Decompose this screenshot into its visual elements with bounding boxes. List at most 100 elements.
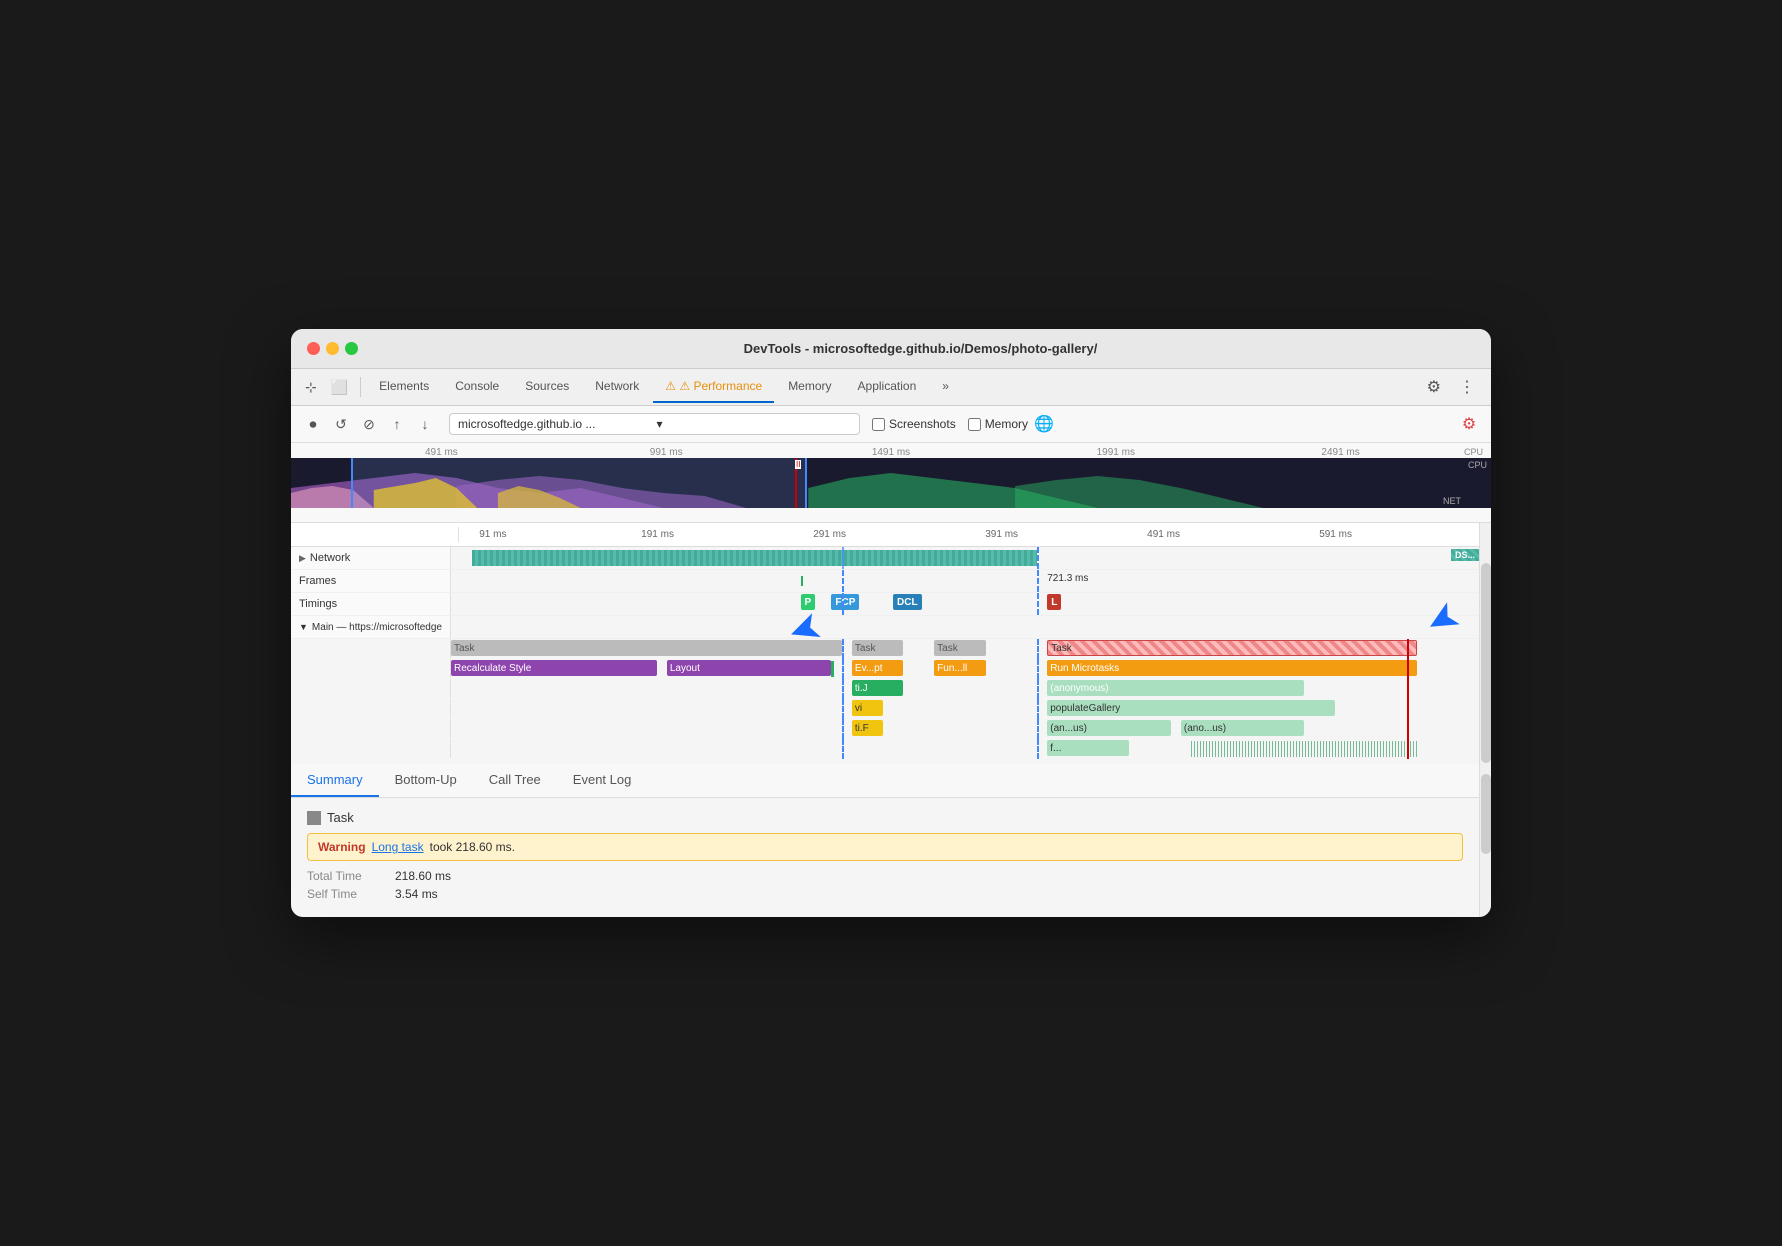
row4-vmarker-1 (842, 699, 844, 719)
settings-icon[interactable]: ⚙ (1419, 369, 1449, 405)
clear-button[interactable]: ⊘ (357, 412, 381, 436)
tab-bottom-up[interactable]: Bottom-Up (379, 764, 473, 797)
flame-row-6: f... (291, 739, 1479, 759)
minimize-button[interactable] (326, 342, 339, 355)
ruler-mark-1991: 1991 ms (1003, 447, 1228, 458)
main-expand[interactable]: ▼ (299, 622, 308, 632)
dcl-badge: DCL (893, 594, 922, 610)
network-expand[interactable]: ▶ (299, 553, 306, 564)
screenshots-checkbox[interactable]: Screenshots (872, 417, 956, 431)
tab-memory[interactable]: Memory (776, 371, 843, 403)
tab-more[interactable]: » (930, 371, 961, 403)
download-button[interactable]: ↓ (413, 412, 437, 436)
ruler-mark-1491: 1491 ms (779, 447, 1004, 458)
ruler-mark-2491: 2491 ms (1228, 447, 1453, 458)
tij-bar[interactable]: ti.J (852, 680, 903, 696)
row3-vmarker-1 (842, 679, 844, 699)
maximize-button[interactable] (345, 342, 358, 355)
fcp-badge: FCP (831, 594, 859, 610)
traffic-lights (307, 342, 358, 355)
anonymous-bar[interactable]: (anonymous) (1047, 680, 1304, 696)
task-bar-1[interactable]: Task (451, 640, 842, 656)
ano-us-bar[interactable]: (ano...us) (1181, 720, 1304, 736)
task-bar-mid2[interactable]: Task (934, 640, 985, 656)
l-badge: L (1047, 594, 1061, 610)
funll-bar[interactable]: Fun...ll (934, 660, 985, 676)
self-time-label: Self Time (307, 887, 387, 901)
run-microtasks-bar[interactable]: Run Microtasks (1047, 660, 1417, 676)
network-content: DS... (451, 547, 1479, 569)
tab-elements[interactable]: Elements (367, 371, 441, 403)
recalcstyle-bar[interactable]: Recalculate Style (451, 660, 657, 676)
flame-vmarker-1 (842, 639, 844, 659)
record-button[interactable]: ⏺ (301, 412, 325, 436)
tab-call-tree[interactable]: Call Tree (473, 764, 557, 797)
row2-red-marker (1407, 659, 1409, 679)
main-thread-label: ▼ Main — https://microsoftedge.github.io… (291, 616, 451, 638)
tab-performance[interactable]: ⚠ ⚠ Performance (653, 371, 774, 403)
warning-icon: ⚠ (665, 379, 676, 393)
upload-button[interactable]: ↑ (385, 412, 409, 436)
selection-area[interactable] (351, 458, 807, 508)
more-icon[interactable]: ⋮ (1451, 369, 1483, 405)
task-bar-mid1[interactable]: Task (852, 640, 903, 656)
bottom-scrollbar-thumb[interactable] (1481, 774, 1491, 854)
url-bar: microsoftedge.github.io ... ▾ (449, 413, 860, 435)
network-label[interactable]: ▶ Network (291, 547, 451, 569)
dropdown-icon[interactable]: ▾ (657, 417, 852, 431)
row5-red-marker (1407, 719, 1409, 739)
layout-bar[interactable]: Layout (667, 660, 831, 676)
row3-vmarker-2 (1037, 679, 1039, 699)
ruler-mark-991: 991 ms (554, 447, 779, 458)
tif-bar[interactable]: ti.F (852, 720, 883, 736)
row3-red-marker (1407, 679, 1409, 699)
an-us-bar[interactable]: (an...us) (1047, 720, 1170, 736)
scrollbar-thumb[interactable] (1481, 563, 1491, 763)
scrollbar[interactable] (1479, 523, 1491, 764)
tab-summary[interactable]: Summary (291, 764, 379, 797)
refresh-button[interactable]: ↺ (329, 412, 353, 436)
flame-content-5[interactable]: ti.F (an...us) (ano...us) (451, 719, 1479, 739)
window-title: DevTools - microsoftedge.github.io/Demos… (366, 341, 1475, 356)
tab-bar: ⊹ ⬜ Elements Console Sources Network ⚠ ⚠… (291, 369, 1491, 406)
main-thread-url: Main — https://microsoftedge.github.io/D… (312, 622, 442, 633)
flame-content-3[interactable]: ti.J (anonymous) (451, 679, 1479, 699)
vi-bar[interactable]: vi (852, 700, 883, 716)
flame-content-4[interactable]: vi populateGallery (451, 699, 1479, 719)
flame-content-6[interactable]: f... (451, 739, 1479, 759)
warning-text: took 218.60 ms. (430, 840, 515, 854)
evpt-bar[interactable]: Ev...pt (852, 660, 903, 676)
warning-label: Warning (318, 840, 366, 854)
populate-gallery-bar[interactable]: populateGallery (1047, 700, 1335, 716)
memory-checkbox[interactable]: Memory (968, 417, 1028, 431)
tab-console[interactable]: Console (443, 371, 511, 403)
vmarker-2 (1037, 547, 1039, 569)
responsive-icon[interactable]: ⬜ (325, 371, 354, 404)
ds-label: DS... (1451, 549, 1479, 561)
flame-vmarker-2 (1037, 639, 1039, 659)
bottom-scrollbar[interactable] (1479, 764, 1491, 917)
performance-settings-icon[interactable]: ⚙ (1457, 412, 1481, 436)
network-track: ▶ Network DS... (291, 547, 1479, 570)
toolbar: ⏺ ↺ ⊘ ↑ ↓ microsoftedge.github.io ... ▾ … (291, 406, 1491, 443)
cursor-icon[interactable]: ⊹ (299, 371, 323, 404)
tab-network[interactable]: Network (583, 371, 651, 403)
flame-content-2[interactable]: Recalculate Style Layout Ev...pt Fun...l… (451, 659, 1479, 679)
close-button[interactable] (307, 342, 320, 355)
tab-application[interactable]: Application (846, 371, 929, 403)
row2-vmarker-2 (1037, 659, 1039, 679)
dense-ticks (1191, 741, 1417, 757)
flame-content-1[interactable]: Task Task Task Task ➤ ➤ (451, 639, 1479, 659)
long-task-link[interactable]: Long task (372, 840, 424, 854)
timeline-main: 91 ms 191 ms 291 ms 391 ms 491 ms 591 ms… (291, 523, 1479, 764)
network-throttle-icon[interactable]: 🌐 (1032, 412, 1056, 436)
tab-sources[interactable]: Sources (513, 371, 581, 403)
task-bar-red[interactable]: Task (1047, 640, 1417, 656)
f-bar[interactable]: f... (1047, 740, 1129, 756)
tab-event-log[interactable]: Event Log (557, 764, 648, 797)
frame-time: 721.3 ms (1047, 573, 1088, 584)
flame-row-4: vi populateGallery (291, 699, 1479, 719)
row5-vmarker-1 (842, 719, 844, 739)
row6-vmarker-1 (842, 739, 844, 759)
p-badge: P (801, 594, 816, 610)
